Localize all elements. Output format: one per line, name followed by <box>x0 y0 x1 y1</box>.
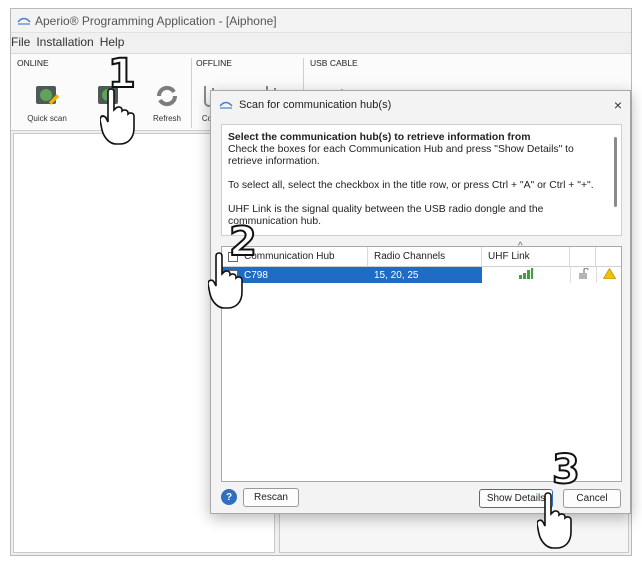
signal-strength-icon <box>519 268 533 282</box>
header-status <box>596 247 621 266</box>
offline-label: OFFLINE <box>196 58 232 68</box>
pointing-hand-icon <box>99 88 140 149</box>
header-uhf[interactable]: UHF Link ^ <box>482 241 570 266</box>
pointing-hand-icon <box>536 492 577 553</box>
online-label: ONLINE <box>17 58 49 68</box>
instructions-box: Select the communication hub(s) to retri… <box>221 124 622 236</box>
header-uhf-label: UHF Link <box>488 251 530 262</box>
table-header: Communication Hub Radio Channels UHF Lin… <box>222 241 621 267</box>
menu-help[interactable]: Help <box>100 35 125 51</box>
channels-cell: 15, 20, 25 <box>368 267 482 283</box>
header-channels[interactable]: Radio Channels <box>368 247 482 266</box>
rescan-button[interactable]: Rescan <box>243 488 299 507</box>
status-cell <box>596 267 621 283</box>
instructions-scrollbar[interactable] <box>614 137 617 207</box>
quick-scan-label: Quick scan <box>27 114 67 123</box>
title-bar: Aperio® Programming Application - [Aipho… <box>11 9 631 33</box>
channels-value: 15, 20, 25 <box>374 269 419 281</box>
aperio-logo-icon <box>219 98 233 112</box>
lock-cell <box>570 267 596 283</box>
refresh-button[interactable]: Refresh <box>137 82 197 123</box>
refresh-label: Refresh <box>152 114 181 123</box>
warning-icon <box>602 267 616 282</box>
refresh-icon <box>153 82 181 110</box>
menu-bar: File Installation Help <box>11 35 130 51</box>
unlock-icon <box>578 267 589 282</box>
quick-scan-icon <box>33 82 61 110</box>
instructions-line-1: Check the boxes for each Communication H… <box>228 144 574 167</box>
step-3-number: 3 <box>551 447 581 493</box>
sort-up-icon: ^ <box>518 241 523 252</box>
menu-installation[interactable]: Installation <box>36 35 93 51</box>
quick-scan-button[interactable]: Quick scan <box>17 82 77 123</box>
close-icon[interactable]: × <box>614 97 622 113</box>
dialog-title: Scan for communication hub(s) <box>239 99 392 111</box>
instructions-title: Select the communication hub(s) to retri… <box>228 132 531 143</box>
window-title: Aperio® Programming Application - [Aipho… <box>35 13 277 28</box>
uhf-cell <box>482 267 570 283</box>
pointing-hand-icon <box>207 252 248 313</box>
aperio-logo-icon <box>17 14 35 28</box>
table-row[interactable]: C798 15, 20, 25 <box>222 267 621 283</box>
help-icon[interactable]: ? <box>221 489 237 505</box>
instructions-line-2: To select all, select the checkbox in th… <box>228 180 594 191</box>
dialog-title-bar: Scan for communication hub(s) <box>211 91 630 119</box>
header-hub-label: Communication Hub <box>244 251 335 262</box>
menu-file[interactable]: File <box>11 35 30 51</box>
instructions-line-3: UHF Link is the signal quality between t… <box>228 204 544 227</box>
header-channels-label: Radio Channels <box>374 251 446 262</box>
usb-cable-label: USB CABLE <box>310 58 358 68</box>
header-lock <box>570 247 596 266</box>
